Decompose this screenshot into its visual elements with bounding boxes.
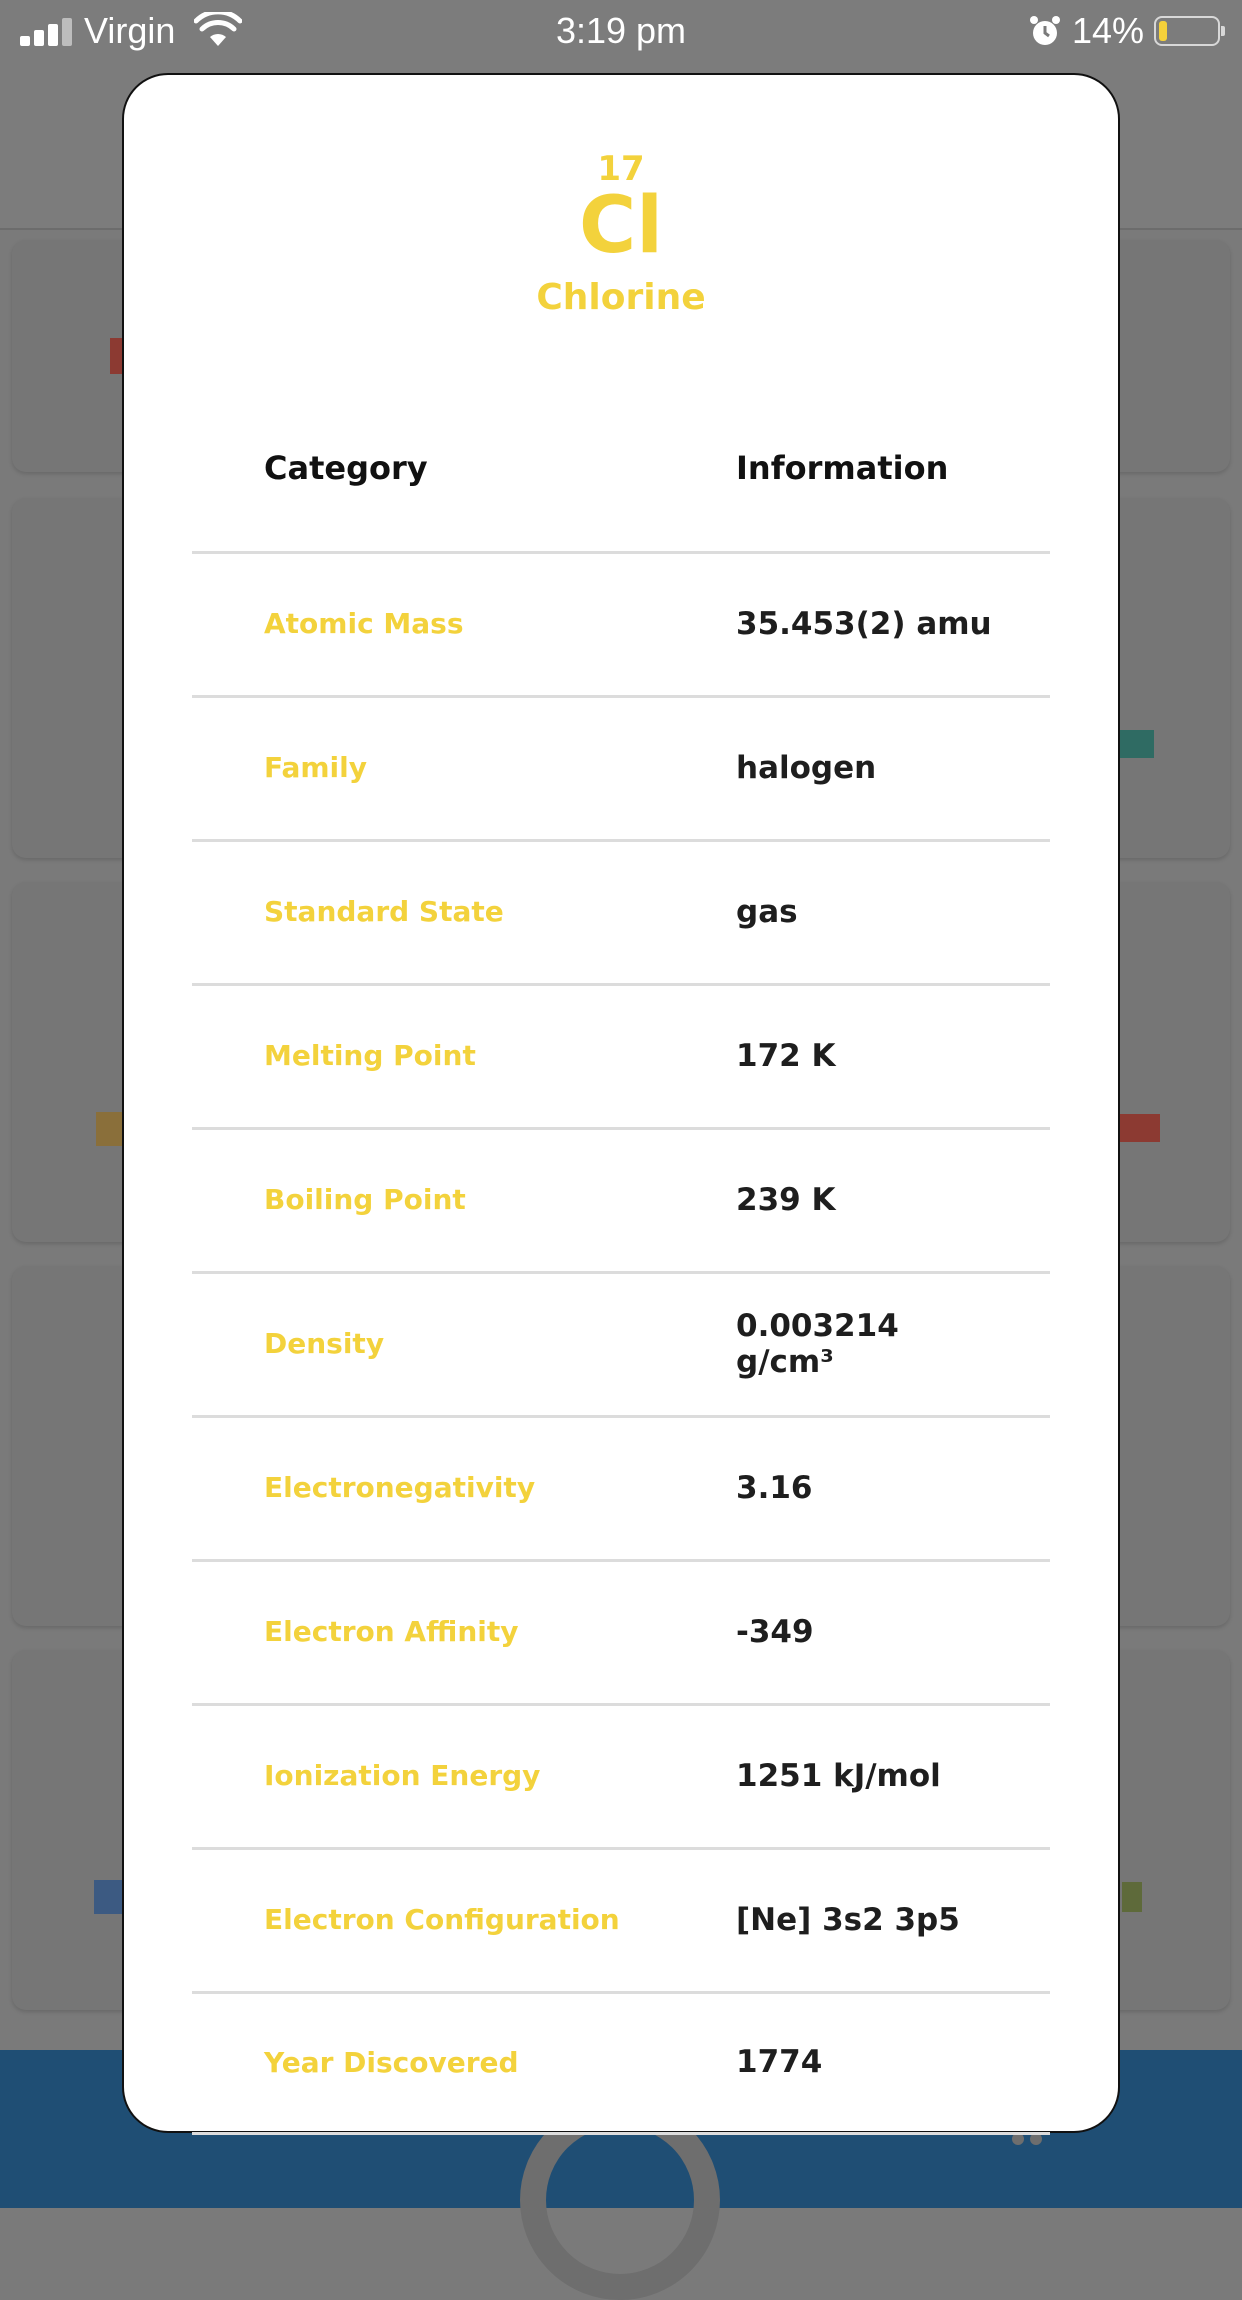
row-category: Year Discovered: [264, 2045, 519, 2079]
table-row: Electronegativity 3.16: [192, 1415, 1050, 1559]
row-value: 172 K: [736, 1037, 836, 1074]
row-value: 1774: [736, 2044, 823, 2081]
row-value: 0.003214 g/cm³: [736, 1307, 899, 1380]
row-category: Ionization Energy: [264, 1759, 541, 1793]
row-value: 239 K: [736, 1181, 836, 1218]
alarm-icon: [1030, 16, 1060, 45]
table-row: Standard State gas: [192, 839, 1050, 983]
row-category: Density: [264, 1327, 385, 1361]
card-text-fragment: [1122, 1882, 1142, 1912]
row-category: Atomic Mass: [264, 607, 464, 641]
row-category: Electronegativity: [264, 1471, 536, 1505]
table-row: Boiling Point 239 K: [192, 1127, 1050, 1271]
row-category: Electron Affinity: [264, 1615, 519, 1649]
card-text-fragment: [94, 1880, 122, 1914]
row-value: gas: [736, 893, 798, 930]
battery-level: [1159, 21, 1167, 41]
column-header-category: Category: [264, 449, 428, 487]
table-row: Ionization Energy 1251 kJ/mol: [192, 1703, 1050, 1847]
column-header-information: Information: [736, 449, 949, 487]
element-name: Chlorine: [536, 277, 706, 318]
row-category: Electron Configuration: [264, 1903, 620, 1937]
row-category: Boiling Point: [264, 1183, 466, 1217]
row-value: halogen: [736, 749, 877, 786]
battery-percent: 14%: [1072, 10, 1145, 51]
table-row: Electron Affinity -349: [192, 1559, 1050, 1703]
row-value: -349: [736, 1613, 814, 1650]
table-row: Year Discovered 1774: [192, 1991, 1050, 2135]
row-category: Melting Point: [264, 1039, 476, 1073]
row-category: Standard State: [264, 895, 504, 929]
element-symbol: Cl: [579, 181, 663, 271]
row-value: 35.453(2) amu: [736, 605, 992, 642]
status-bar: Virgin 3:19 pm 14%: [0, 0, 1242, 62]
element-detail-modal[interactable]: 17 Cl Chlorine Category Information Atom…: [122, 73, 1120, 2135]
table-row: Atomic Mass 35.453(2) amu: [192, 551, 1050, 695]
battery-icon: [1154, 16, 1225, 46]
card-text-fragment: [1120, 730, 1154, 758]
row-value: [Ne] 3s2 3p5: [736, 1901, 960, 1938]
row-value: 3.16: [736, 1469, 813, 1506]
card-text-fragment: [96, 1112, 124, 1146]
table-row: Electron Configuration [Ne] 3s2 3p5: [192, 1847, 1050, 1991]
table-row: Melting Point 172 K: [192, 983, 1050, 1127]
table-row: Family halogen: [192, 695, 1050, 839]
card-text-fragment: [1120, 1114, 1160, 1142]
table-row: Density 0.003214 g/cm³: [192, 1271, 1050, 1415]
row-category: Family: [264, 751, 368, 785]
row-value: 1251 kJ/mol: [736, 1757, 941, 1794]
